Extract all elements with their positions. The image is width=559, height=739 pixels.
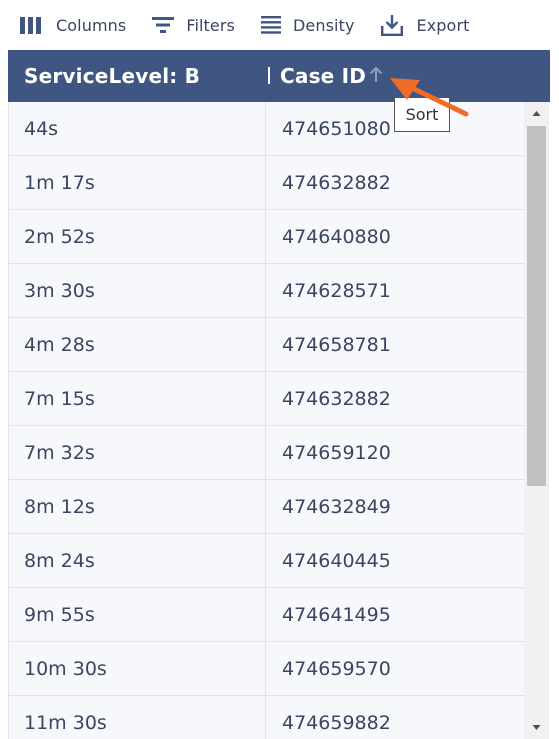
table-row[interactable]: 8m 12s 474632849 (9, 480, 525, 534)
cell-service-level: 44s (24, 117, 59, 140)
cell-case-id: 474659120 (282, 441, 391, 464)
cell-service-level: 8m 24s (24, 549, 95, 572)
cell-case-id: 474659570 (282, 657, 391, 680)
cell-service-level: 9m 55s (24, 603, 95, 626)
cell-divider (265, 102, 266, 155)
density-button[interactable]: Density (250, 8, 365, 42)
download-icon (380, 14, 403, 36)
cell-case-id: 474640445 (282, 549, 391, 572)
cell-divider (265, 696, 266, 739)
cell-divider (265, 480, 266, 533)
column-header-label: Case ID (280, 64, 367, 88)
table-row[interactable]: 1m 17s 474632882 (9, 156, 525, 210)
columns-label: Columns (56, 15, 127, 35)
cell-case-id: 474651080 (282, 117, 391, 140)
table-row[interactable]: 10m 30s 474659570 (9, 642, 525, 696)
scrollbar-thumb[interactable] (527, 126, 546, 486)
table-row[interactable]: 9m 55s 474641495 (9, 588, 525, 642)
scroll-up-arrow-icon[interactable] (524, 102, 549, 124)
grid-toolbar: Columns Filters Density Export (8, 0, 549, 50)
grid-body: 44s 474651080 1m 17s 474632882 2m 52s 4746408… (8, 102, 525, 739)
cell-case-id: 474632882 (282, 171, 391, 194)
density-label: Density (292, 15, 355, 35)
table-row[interactable]: 7m 15s 474632882 (9, 372, 525, 426)
table-row[interactable]: 3m 30s 474628571 (9, 264, 525, 318)
cell-divider (265, 210, 266, 263)
filters-button[interactable]: Filters (141, 8, 245, 42)
cell-divider (265, 642, 266, 695)
vertical-scrollbar[interactable] (524, 102, 549, 739)
cell-divider (265, 264, 266, 317)
column-header-service-level[interactable]: ServiceLevel: B (24, 50, 200, 102)
table-row[interactable]: 7m 32s 474659120 (9, 426, 525, 480)
export-label: Export (416, 15, 470, 35)
cell-case-id: 474628571 (282, 279, 391, 302)
cell-case-id: 474659882 (282, 711, 391, 734)
cell-divider (265, 588, 266, 641)
cell-service-level: 8m 12s (24, 495, 95, 518)
export-button[interactable]: Export (370, 8, 480, 42)
cell-case-id: 474641495 (282, 603, 391, 626)
filters-label: Filters (186, 15, 235, 35)
column-separator[interactable] (268, 67, 270, 84)
table-row[interactable]: 4m 28s 474658781 (9, 318, 525, 372)
cell-divider (265, 156, 266, 209)
table-row[interactable]: 11m 30s 474659882 (9, 696, 525, 739)
annotation-arrow-icon (390, 78, 469, 117)
columns-icon (20, 16, 41, 34)
density-icon (260, 16, 281, 34)
column-header-case-id[interactable]: Case ID (280, 50, 366, 102)
cell-case-id: 474632882 (282, 387, 391, 410)
cell-service-level: 7m 15s (24, 387, 95, 410)
table-row[interactable]: 2m 52s 474640880 (9, 210, 525, 264)
cell-divider (265, 372, 266, 425)
cell-service-level: 3m 30s (24, 279, 95, 302)
filter-icon (152, 17, 175, 33)
columns-button[interactable]: Columns (8, 8, 136, 42)
cell-service-level: 4m 28s (24, 333, 95, 356)
sort-arrow-up-icon[interactable] (368, 66, 384, 84)
cell-service-level: 2m 52s (24, 225, 95, 248)
cell-service-level: 1m 17s (24, 171, 95, 194)
scroll-down-arrow-icon[interactable] (524, 717, 549, 739)
cell-divider (265, 426, 266, 479)
cell-divider (265, 318, 266, 371)
cell-divider (265, 534, 266, 587)
table-row[interactable]: 8m 24s 474640445 (9, 534, 525, 588)
cell-service-level: 11m 30s (24, 711, 107, 734)
column-header-label: ServiceLevel: B (24, 64, 201, 88)
cell-service-level: 10m 30s (24, 657, 107, 680)
cell-case-id: 474632849 (282, 495, 391, 518)
cell-case-id: 474658781 (282, 333, 391, 356)
cell-case-id: 474640880 (282, 225, 391, 248)
cell-service-level: 7m 32s (24, 441, 95, 464)
